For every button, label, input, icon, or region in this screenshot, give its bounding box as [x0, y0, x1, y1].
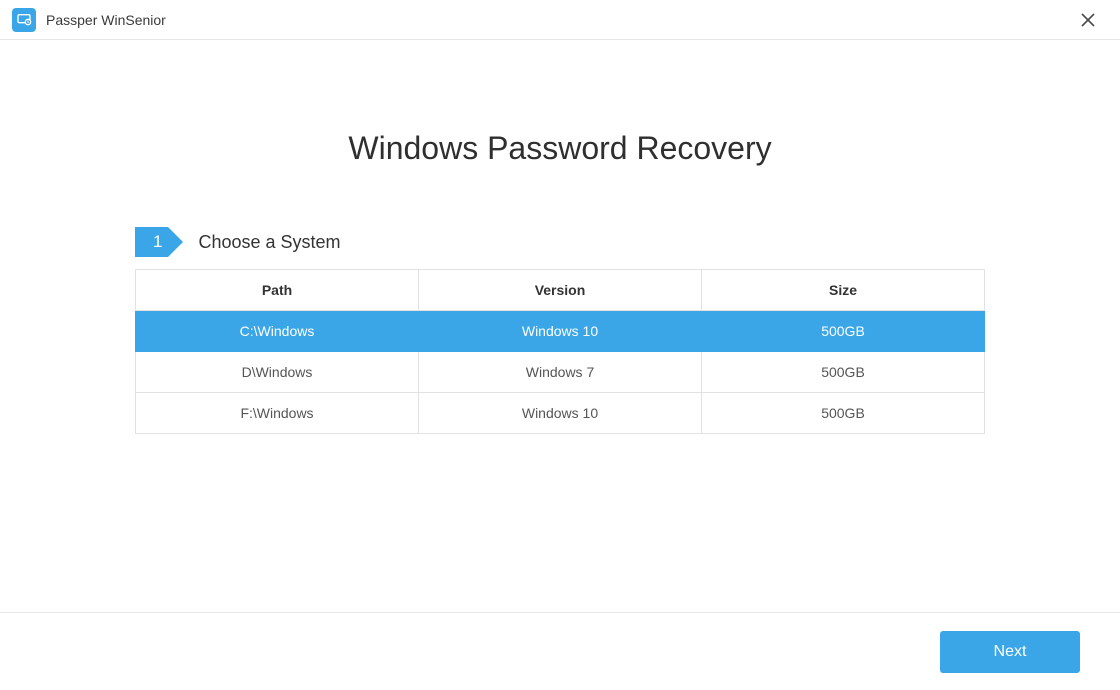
main-content: Windows Password Recovery 1 Choose a Sys… — [0, 40, 1120, 612]
page-title: Windows Password Recovery — [40, 130, 1080, 167]
cell-path: C:\Windows — [136, 311, 419, 352]
step-number-badge: 1 — [135, 227, 168, 257]
col-header-size: Size — [702, 270, 985, 311]
close-button[interactable] — [1068, 0, 1108, 40]
footer-bar: Next — [0, 612, 1120, 690]
cell-version: Windows 10 — [419, 311, 702, 352]
cell-version: Windows 10 — [419, 393, 702, 434]
close-icon — [1081, 13, 1095, 27]
cell-size: 500GB — [702, 352, 985, 393]
titlebar: Passper WinSenior — [0, 0, 1120, 40]
col-header-path: Path — [136, 270, 419, 311]
table-header-row: Path Version Size — [136, 270, 985, 311]
table-row[interactable]: C:\Windows Windows 10 500GB — [136, 311, 985, 352]
cell-version: Windows 7 — [419, 352, 702, 393]
table-row[interactable]: F:\Windows Windows 10 500GB — [136, 393, 985, 434]
cell-size: 500GB — [702, 393, 985, 434]
system-table: Path Version Size C:\Windows Windows 10 … — [135, 269, 985, 434]
cell-path: D\Windows — [136, 352, 419, 393]
next-button[interactable]: Next — [940, 631, 1080, 673]
app-title: Passper WinSenior — [46, 12, 166, 28]
col-header-version: Version — [419, 270, 702, 311]
step-indicator: 1 Choose a System — [135, 227, 985, 257]
app-icon — [12, 8, 36, 32]
app-window: Passper WinSenior Windows Password Recov… — [0, 0, 1120, 690]
cell-size: 500GB — [702, 311, 985, 352]
step-label: Choose a System — [198, 232, 340, 253]
cell-path: F:\Windows — [136, 393, 419, 434]
table-row[interactable]: D\Windows Windows 7 500GB — [136, 352, 985, 393]
